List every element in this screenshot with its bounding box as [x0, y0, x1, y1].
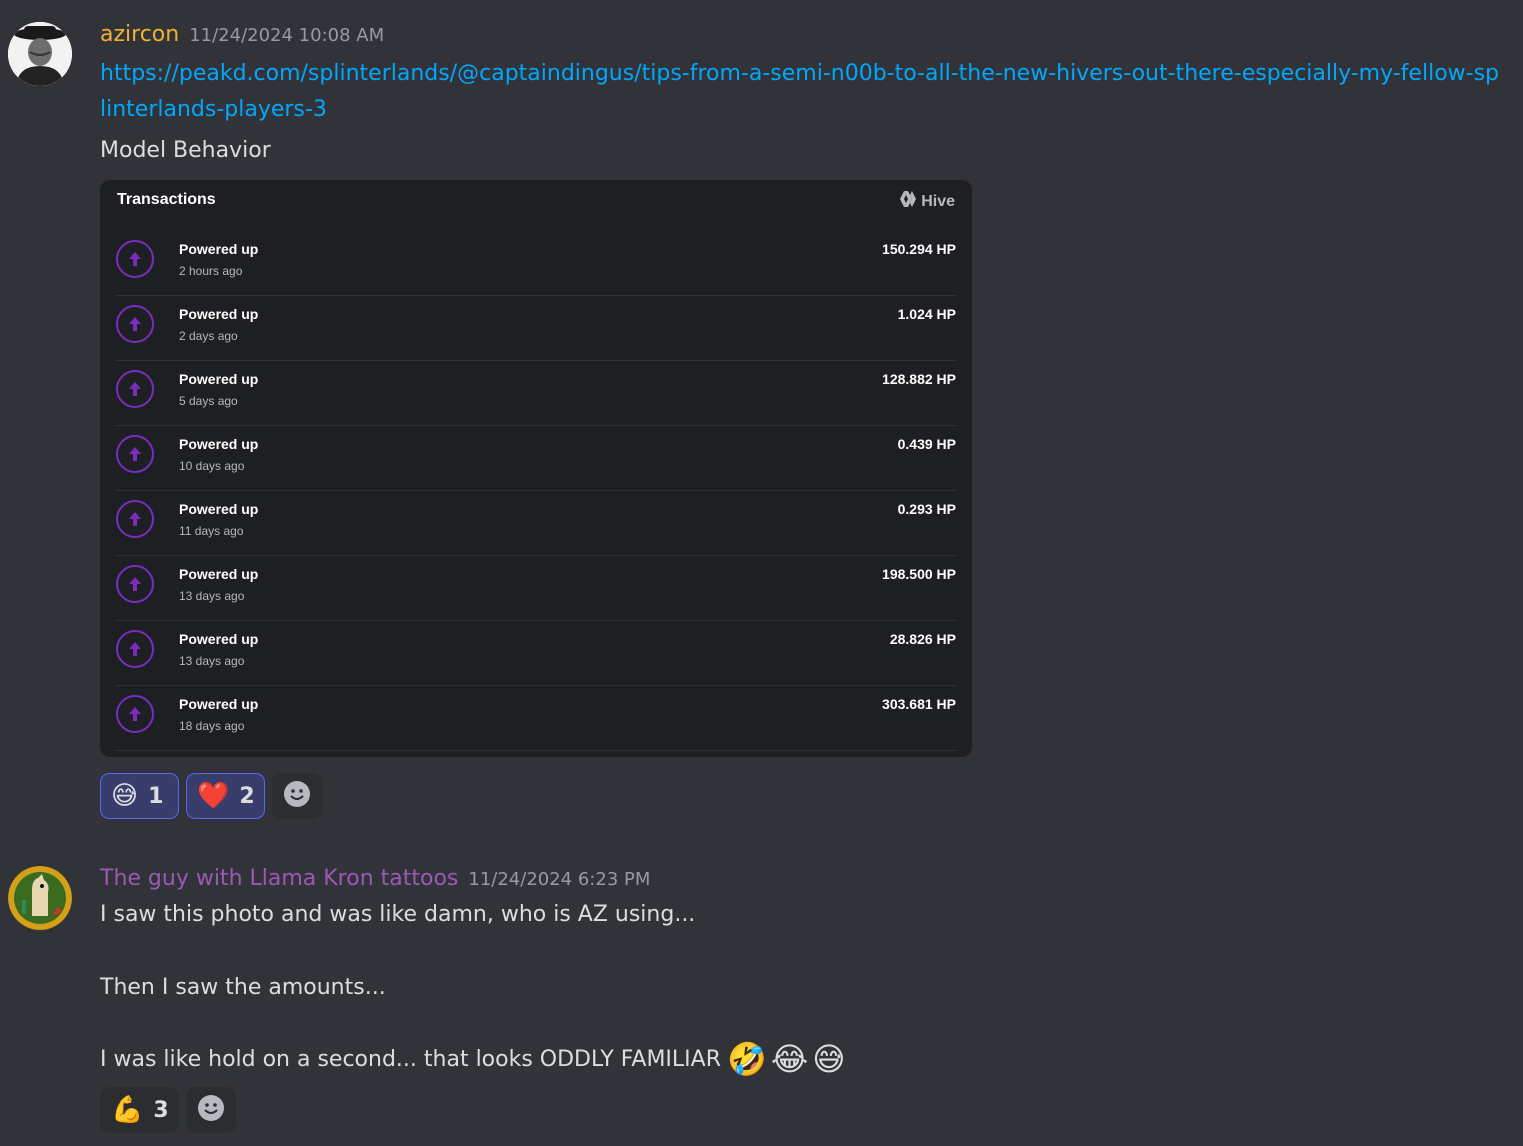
- transaction-row: Powered up 13 days ago 28.826 HP: [116, 620, 956, 686]
- transaction-amount: 0.439 HP: [897, 436, 956, 452]
- reaction-heart[interactable]: ❤️ 2: [186, 773, 265, 819]
- message-text-line: Then I saw the amounts...: [100, 975, 386, 1000]
- transaction-amount: 198.500 HP: [882, 566, 956, 582]
- hive-logo-icon: [899, 191, 917, 212]
- sweat-smile-emoji-icon: 😅: [111, 781, 139, 811]
- power-up-icon: [116, 305, 154, 343]
- flexed-biceps-emoji-icon: 💪: [111, 1095, 144, 1125]
- transaction-time: 2 hours ago: [179, 264, 243, 278]
- transaction-label: Powered up: [179, 306, 259, 322]
- add-reaction-icon: [197, 1094, 225, 1126]
- heart-emoji-icon: ❤️: [197, 781, 230, 811]
- transaction-label: Powered up: [179, 501, 259, 517]
- transaction-time: 2 days ago: [179, 329, 238, 343]
- transaction-label: Powered up: [179, 696, 259, 712]
- transaction-amount: 128.882 HP: [882, 371, 956, 387]
- reaction-count: 1: [148, 783, 164, 809]
- power-up-icon: [116, 500, 154, 538]
- transactions-embed[interactable]: Transactions Hive Powered up 2 hours ago…: [100, 180, 972, 757]
- power-up-icon: [116, 370, 154, 408]
- embed-title: Transactions: [117, 191, 216, 208]
- username[interactable]: The guy with Llama Kron tattoos: [100, 866, 458, 891]
- transaction-time: 13 days ago: [179, 589, 245, 603]
- transaction-row: Powered up 5 days ago 128.882 HP: [116, 360, 956, 426]
- reaction-flexed-biceps[interactable]: 💪 3: [100, 1087, 179, 1133]
- transaction-label: Powered up: [179, 241, 259, 257]
- transaction-row: Powered up 13 days ago 198.500 HP: [116, 555, 956, 621]
- avatar[interactable]: [8, 866, 72, 930]
- transaction-time: 11 days ago: [179, 524, 244, 538]
- transaction-amount: 28.826 HP: [889, 631, 956, 647]
- transaction-amount: 303.681 HP: [882, 696, 956, 712]
- transaction-row: Powered up 2 days ago 1.024 HP: [116, 295, 956, 361]
- laughing-emojis-icon: 🤣😂😅: [727, 1040, 850, 1078]
- transaction-row: Powered up 10 days ago 0.439 HP: [116, 425, 956, 491]
- transaction-time: 5 days ago: [179, 394, 238, 408]
- transaction-row: Powered up 11 days ago 0.293 HP: [116, 490, 956, 556]
- message-text-line: I saw this photo and was like damn, who …: [100, 902, 696, 927]
- transaction-amount: 0.293 HP: [897, 501, 956, 517]
- transaction-time: 10 days ago: [179, 459, 245, 473]
- transaction-label: Powered up: [179, 566, 259, 582]
- add-reaction-button[interactable]: [186, 1087, 236, 1133]
- power-up-icon: [116, 630, 154, 668]
- transaction-amount: 1.024 HP: [897, 306, 956, 322]
- username[interactable]: azircon: [100, 22, 179, 47]
- message-timestamp: 11/24/2024 6:23 PM: [468, 869, 651, 890]
- message-text-line: I was like hold on a second... that look…: [100, 1040, 850, 1078]
- add-reaction-button[interactable]: [272, 773, 322, 819]
- avatar[interactable]: [8, 22, 72, 86]
- reaction-sweat-smile[interactable]: 😅 1: [100, 773, 179, 819]
- embed-brand: Hive: [899, 191, 955, 212]
- reaction-count: 3: [153, 1097, 169, 1123]
- transaction-row: Powered up 18 days ago 303.681 HP: [116, 685, 956, 751]
- message-timestamp: 11/24/2024 10:08 AM: [189, 25, 385, 46]
- add-reaction-icon: [283, 780, 311, 812]
- power-up-icon: [116, 240, 154, 278]
- transaction-amount: 150.294 HP: [882, 241, 956, 257]
- transaction-label: Powered up: [179, 631, 259, 647]
- transaction-time: 18 days ago: [179, 719, 245, 733]
- message-link[interactable]: https://peakd.com/splinterlands/@captain…: [100, 56, 1500, 128]
- message-text: Model Behavior: [100, 138, 271, 163]
- transaction-label: Powered up: [179, 371, 259, 387]
- transaction-label: Powered up: [179, 436, 259, 452]
- power-up-icon: [116, 435, 154, 473]
- transaction-time: 13 days ago: [179, 654, 245, 668]
- power-up-icon: [116, 565, 154, 603]
- transaction-row: Powered up 2 hours ago 150.294 HP: [116, 230, 956, 296]
- power-up-icon: [116, 695, 154, 733]
- reaction-count: 2: [239, 783, 255, 809]
